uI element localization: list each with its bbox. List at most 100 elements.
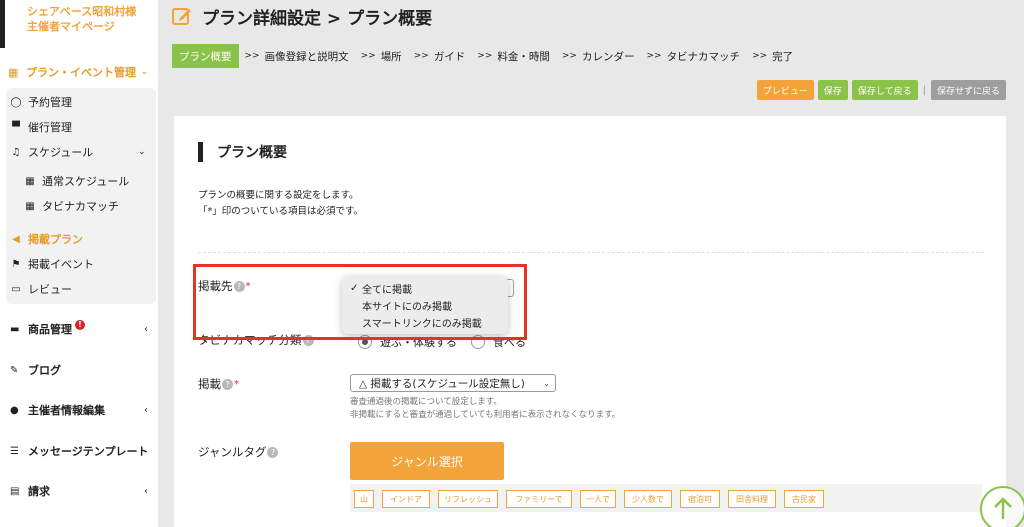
comment-icon: ▭ xyxy=(11,283,21,295)
preview-button[interactable]: プレビュー xyxy=(756,80,814,100)
arrow-up-icon xyxy=(994,497,1012,519)
section-title: プラン概要 xyxy=(198,142,287,162)
divider xyxy=(198,252,984,253)
menu-billing[interactable]: ▤ 請求 ‹ xyxy=(10,481,156,501)
publish-select-value: △ 掲載する(スケジュール設定無し) xyxy=(359,377,525,390)
sidebar-item-normal-schedule[interactable]: ▦ 通常スケジュール xyxy=(24,172,129,190)
publish-hint2: 非掲載にすると審査が通過していても利用者に表示されなくなります。 xyxy=(350,410,621,420)
required-mark: * xyxy=(234,378,239,390)
sidebar-item-label: 掲載イベント xyxy=(28,258,94,271)
calendar-icon: ▦ xyxy=(25,175,35,187)
menu-organizer[interactable]: ● 主催者情報編集 ‹ xyxy=(10,400,156,420)
step-guide[interactable]: >> ガイド xyxy=(408,44,472,68)
step-price-time[interactable]: >> 料金・時間 xyxy=(471,44,556,68)
chevron-down-icon: ⌄ xyxy=(140,67,148,77)
sidebar-item-label: レビュー xyxy=(28,283,72,296)
edit-icon: ✎ xyxy=(10,364,19,376)
step-tabinaka[interactable]: >> タビナカマッチ xyxy=(640,44,746,68)
sidebar-item-label: 予約管理 xyxy=(28,96,72,109)
genre-tag[interactable]: 古民家 xyxy=(784,490,824,508)
publish-hint1: 審査通過後の掲載について設定します。 xyxy=(350,397,502,407)
brand[interactable]: シェアベース昭和村様 主催者マイページ xyxy=(0,0,158,48)
chevron-left-icon: ‹ xyxy=(144,485,148,497)
action-buttons: プレビュー 保存 保存して戻る | 保存せずに戻る xyxy=(756,80,1006,100)
menu-message-template-label: メッセージテンプレート xyxy=(28,445,149,458)
bell-icon: ♫ xyxy=(11,146,21,158)
step-sep: >> xyxy=(360,51,376,61)
chevron-left-icon: ‹ xyxy=(144,323,148,335)
help-icon[interactable]: ? xyxy=(222,378,233,390)
genre-tag[interactable]: 山 xyxy=(354,490,374,508)
store-icon: ▀ xyxy=(12,121,20,133)
step-label: カレンダー xyxy=(581,50,635,63)
genre-tag[interactable]: 少人数で xyxy=(624,490,672,508)
brand-line2: 主催者マイページ xyxy=(27,20,115,33)
back-without-save-button[interactable]: 保存せずに戻る xyxy=(930,80,1006,100)
step-complete[interactable]: >> 完了 xyxy=(746,44,799,68)
menu-products-label: 商品管理 xyxy=(28,323,72,336)
menu-plan-event[interactable]: ▦ プラン・イベント管理 ⌄ xyxy=(8,62,156,82)
step-label: ガイド xyxy=(433,50,466,63)
sidebar-item-label: スケジュール xyxy=(28,146,94,159)
sidebar-item-label: 通常スケジュール xyxy=(42,175,130,188)
step-calendar[interactable]: >> カレンダー xyxy=(556,44,641,68)
menu-message-template[interactable]: ☰ メッセージテンプレート xyxy=(10,441,156,461)
genre-tag[interactable]: ファミリーで xyxy=(506,490,572,508)
menu-products[interactable]: ▬ 商品管理 ! ‹ xyxy=(10,319,156,339)
step-sep: >> xyxy=(413,51,429,61)
document-icon: ▤ xyxy=(10,485,20,497)
publish-label: 掲載 ? * xyxy=(198,376,239,392)
calendar-icon: ▦ xyxy=(25,200,35,212)
sidebar-item-listed-plans[interactable]: ◀ 掲載プラン xyxy=(10,230,83,248)
step-label: 画像登録と説明文 xyxy=(264,50,349,63)
sidebar-item-schedule[interactable]: ♫ スケジュール ⌄ xyxy=(10,143,146,161)
desc-line1: プランの概要に関する設定をします。 xyxy=(198,190,359,201)
chevron-down-icon: ⌄ xyxy=(543,378,550,388)
save-button[interactable]: 保存 xyxy=(817,80,848,100)
sidebar-item-label: 掲載プラン xyxy=(28,233,83,246)
genre-tag-list: 山 インドア リフレッシュ ファミリーで 一人で 少人数で 宿泊可 田舎料理 古… xyxy=(350,484,982,512)
genre-tag[interactable]: インドア xyxy=(382,490,430,508)
genre-tag[interactable]: 一人で xyxy=(580,490,616,508)
sidebar-item-reservation[interactable]: ◯ 予約管理 xyxy=(10,93,72,111)
menu-organizer-label: 主催者情報編集 xyxy=(28,404,105,417)
page-header: プラン詳細設定 > プラン概要 xyxy=(172,4,432,29)
genre-tag[interactable]: 田舎料理 xyxy=(728,490,776,508)
publish-select[interactable]: △ 掲載する(スケジュール設定無し) ⌄ xyxy=(350,374,556,392)
section-title-text: プラン概要 xyxy=(217,145,287,161)
sidebar-item-reviews[interactable]: ▭ レビュー xyxy=(10,280,72,298)
help-icon[interactable]: ? xyxy=(267,446,279,458)
sidebar-item-label: 催行管理 xyxy=(28,121,72,134)
step-label: 場所 xyxy=(380,50,402,63)
flag-icon: ⚑ xyxy=(11,258,21,270)
sidebar-item-tabinaka[interactable]: ▦ タビナカマッチ xyxy=(24,197,119,215)
step-label: 料金・時間 xyxy=(497,50,550,63)
divider: | xyxy=(922,84,926,96)
step-place[interactable]: >> 場所 xyxy=(355,44,408,68)
section-description: プランの概要に関する設定をします。 「*」印のついている項目は必須です。 xyxy=(198,188,363,220)
step-label: 完了 xyxy=(772,50,794,63)
save-and-back-button[interactable]: 保存して戻る xyxy=(851,80,918,100)
menu-plan-event-label: プラン・イベント管理 xyxy=(26,66,136,79)
genre-tag[interactable]: リフレッシュ xyxy=(438,490,498,508)
sidebar-item-operation[interactable]: ▀ 催行管理 xyxy=(10,118,72,136)
genre-tag[interactable]: 宿泊可 xyxy=(680,490,720,508)
genre-label-text: ジャンルタグ xyxy=(198,445,267,459)
genre-select-button[interactable]: ジャンル選択 xyxy=(350,442,504,480)
desc-line2: 「*」印のついている項目は必須です。 xyxy=(198,206,364,217)
menu-blog-label: ブログ xyxy=(28,364,61,377)
megaphone-icon: ◀ xyxy=(12,233,20,245)
menu-blog[interactable]: ✎ ブログ xyxy=(10,360,156,380)
step-images[interactable]: >> 画像登録と説明文 xyxy=(239,44,355,68)
step-overview[interactable]: プラン概要 xyxy=(172,44,239,68)
title-bar xyxy=(198,142,203,162)
step-sep: >> xyxy=(244,51,260,61)
genre-label: ジャンルタグ ? xyxy=(198,444,279,460)
chat-icon: ◯ xyxy=(10,96,22,108)
scroll-to-top-button[interactable] xyxy=(980,486,1024,527)
step-label: プラン概要 xyxy=(179,50,232,63)
user-edit-icon: ● xyxy=(10,404,19,416)
sidebar-item-label: タビナカマッチ xyxy=(42,200,119,213)
chevron-left-icon: ‹ xyxy=(144,404,148,416)
sidebar-item-listed-events[interactable]: ⚑ 掲載イベント xyxy=(10,255,94,273)
